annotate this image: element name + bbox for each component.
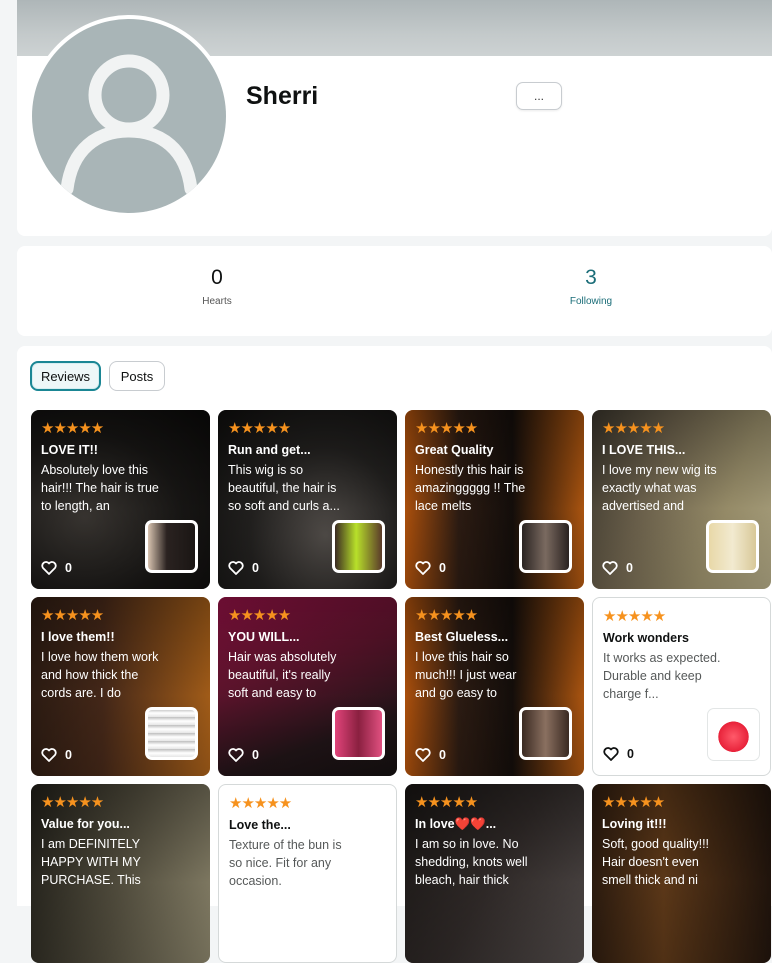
like-button[interactable]: 0 <box>228 561 259 575</box>
avatar[interactable] <box>28 15 230 217</box>
review-text: I love my new wig its exactly what was a… <box>602 463 717 513</box>
heart-icon <box>41 561 57 575</box>
review-title: LOVE IT!! <box>41 443 98 457</box>
review-card[interactable]: ★★★★★ YOU WILL... Hair was absolutely be… <box>218 597 397 776</box>
heart-icon <box>603 747 619 761</box>
review-card[interactable]: ★★★★★ Best Glueless... I love this hair … <box>405 597 584 776</box>
review-text: Soft, good quality!!! Hair doesn't even … <box>602 837 710 887</box>
review-text: Hair was absolutely beautiful, it's real… <box>228 650 337 700</box>
review-card[interactable]: ★★★★★ Love the... Texture of the bun is … <box>218 784 397 963</box>
review-card[interactable]: ★★★★★ I love them!! I love how them work… <box>31 597 210 776</box>
review-card[interactable]: ★★★★★ Run and get... This wig is so beau… <box>218 410 397 589</box>
review-card[interactable]: ★★★★★ In love❤️❤️... I am so in love. No… <box>405 784 584 963</box>
review-title: Loving it!!! <box>602 817 667 831</box>
review-text: I am so in love. No shedding, knots well… <box>415 837 528 887</box>
hearts-count: 0 <box>211 266 223 289</box>
review-title: Work wonders <box>603 631 689 645</box>
star-rating: ★★★★★ <box>603 608 666 625</box>
star-rating: ★★★★★ <box>41 420 104 437</box>
review-card[interactable]: ★★★★★ Work wonders It works as expected.… <box>592 597 771 776</box>
review-card[interactable]: ★★★★★ Value for you... I am DEFINITELY H… <box>31 784 210 963</box>
review-title: In love❤️❤️... <box>415 817 497 831</box>
star-rating: ★★★★★ <box>602 794 665 811</box>
more-options-button[interactable]: ... <box>516 82 562 110</box>
review-text: I love this hair so much!!! I just wear … <box>415 650 517 700</box>
star-rating: ★★★★★ <box>41 794 104 811</box>
product-thumbnail[interactable] <box>145 707 198 760</box>
review-text: Texture of the bun is so nice. Fit for a… <box>229 838 342 888</box>
like-count: 0 <box>626 561 633 575</box>
like-button[interactable]: 0 <box>415 748 446 762</box>
review-title: Value for you... <box>41 817 130 831</box>
review-card[interactable]: ★★★★★ LOVE IT!! Absolutely love this hai… <box>31 410 210 589</box>
default-user-icon <box>32 19 226 213</box>
profile-name: Sherri <box>246 82 319 110</box>
heart-icon <box>228 748 244 762</box>
following-count[interactable]: 3 <box>531 266 651 290</box>
like-count: 0 <box>65 561 72 575</box>
review-text: Honestly this hair is amazinggggg !! The… <box>415 463 526 513</box>
like-count: 0 <box>439 561 446 575</box>
star-rating: ★★★★★ <box>602 420 665 437</box>
like-button[interactable]: 0 <box>602 561 633 575</box>
heart-icon <box>415 748 431 762</box>
tab-reviews[interactable]: Reviews <box>30 361 101 391</box>
review-text: Absolutely love this hair!!! The hair is… <box>41 463 159 513</box>
heart-icon <box>228 561 244 575</box>
review-title: Run and get... <box>228 443 311 457</box>
hearts-label: Hearts <box>202 296 232 307</box>
like-count: 0 <box>627 747 634 761</box>
product-thumbnail[interactable] <box>332 520 385 573</box>
following-label[interactable]: Following <box>531 296 651 307</box>
review-text: I am DEFINITELY HAPPY WITH MY PURCHASE. … <box>41 837 141 887</box>
product-thumbnail[interactable] <box>707 708 760 761</box>
review-card[interactable]: ★★★★★ Loving it!!! Soft, good quality!!!… <box>592 784 771 963</box>
product-thumbnail[interactable] <box>706 520 759 573</box>
like-count: 0 <box>439 748 446 762</box>
review-text: I love how them work and how thick the c… <box>41 650 159 700</box>
product-thumbnail[interactable] <box>519 520 572 573</box>
product-thumbnail[interactable] <box>332 707 385 760</box>
star-rating: ★★★★★ <box>415 607 478 624</box>
product-thumbnail[interactable] <box>519 707 572 760</box>
review-title: Best Glueless... <box>415 630 509 644</box>
star-rating: ★★★★★ <box>41 607 104 624</box>
content-panel: Reviews Posts ★★★★★ LOVE IT!! Absolutely… <box>17 346 772 963</box>
review-title: Love the... <box>229 818 291 832</box>
star-rating: ★★★★★ <box>228 607 291 624</box>
star-rating: ★★★★★ <box>415 794 478 811</box>
review-text: It works as expected. Durable and keep c… <box>603 651 721 701</box>
review-title: I LOVE THIS... <box>602 443 686 457</box>
star-rating: ★★★★★ <box>228 420 291 437</box>
profile-header: Sherri ... <box>17 0 772 236</box>
review-card[interactable]: ★★★★★ I LOVE THIS... I love my new wig i… <box>592 410 771 589</box>
like-button[interactable]: 0 <box>41 561 72 575</box>
heart-icon <box>41 748 57 762</box>
like-count: 0 <box>252 561 259 575</box>
review-title: I love them!! <box>41 630 115 644</box>
like-count: 0 <box>65 748 72 762</box>
review-card[interactable]: ★★★★★ Great Quality Honestly this hair i… <box>405 410 584 589</box>
star-rating: ★★★★★ <box>229 795 292 812</box>
heart-icon <box>602 561 618 575</box>
like-count: 0 <box>252 748 259 762</box>
product-thumbnail[interactable] <box>145 520 198 573</box>
following-stat[interactable]: 3 Following <box>531 266 651 307</box>
review-text: This wig is so beautiful, the hair is so… <box>228 463 340 513</box>
like-button[interactable]: 0 <box>603 747 634 761</box>
hearts-stat: 0 Hearts <box>157 266 277 307</box>
heart-icon <box>415 561 431 575</box>
like-button[interactable]: 0 <box>415 561 446 575</box>
like-button[interactable]: 0 <box>41 748 72 762</box>
star-rating: ★★★★★ <box>415 420 478 437</box>
tab-posts[interactable]: Posts <box>109 361 165 391</box>
like-button[interactable]: 0 <box>228 748 259 762</box>
stats-panel: 0 Hearts 3 Following <box>17 246 772 336</box>
review-title: Great Quality <box>415 443 494 457</box>
review-title: YOU WILL... <box>228 630 300 644</box>
